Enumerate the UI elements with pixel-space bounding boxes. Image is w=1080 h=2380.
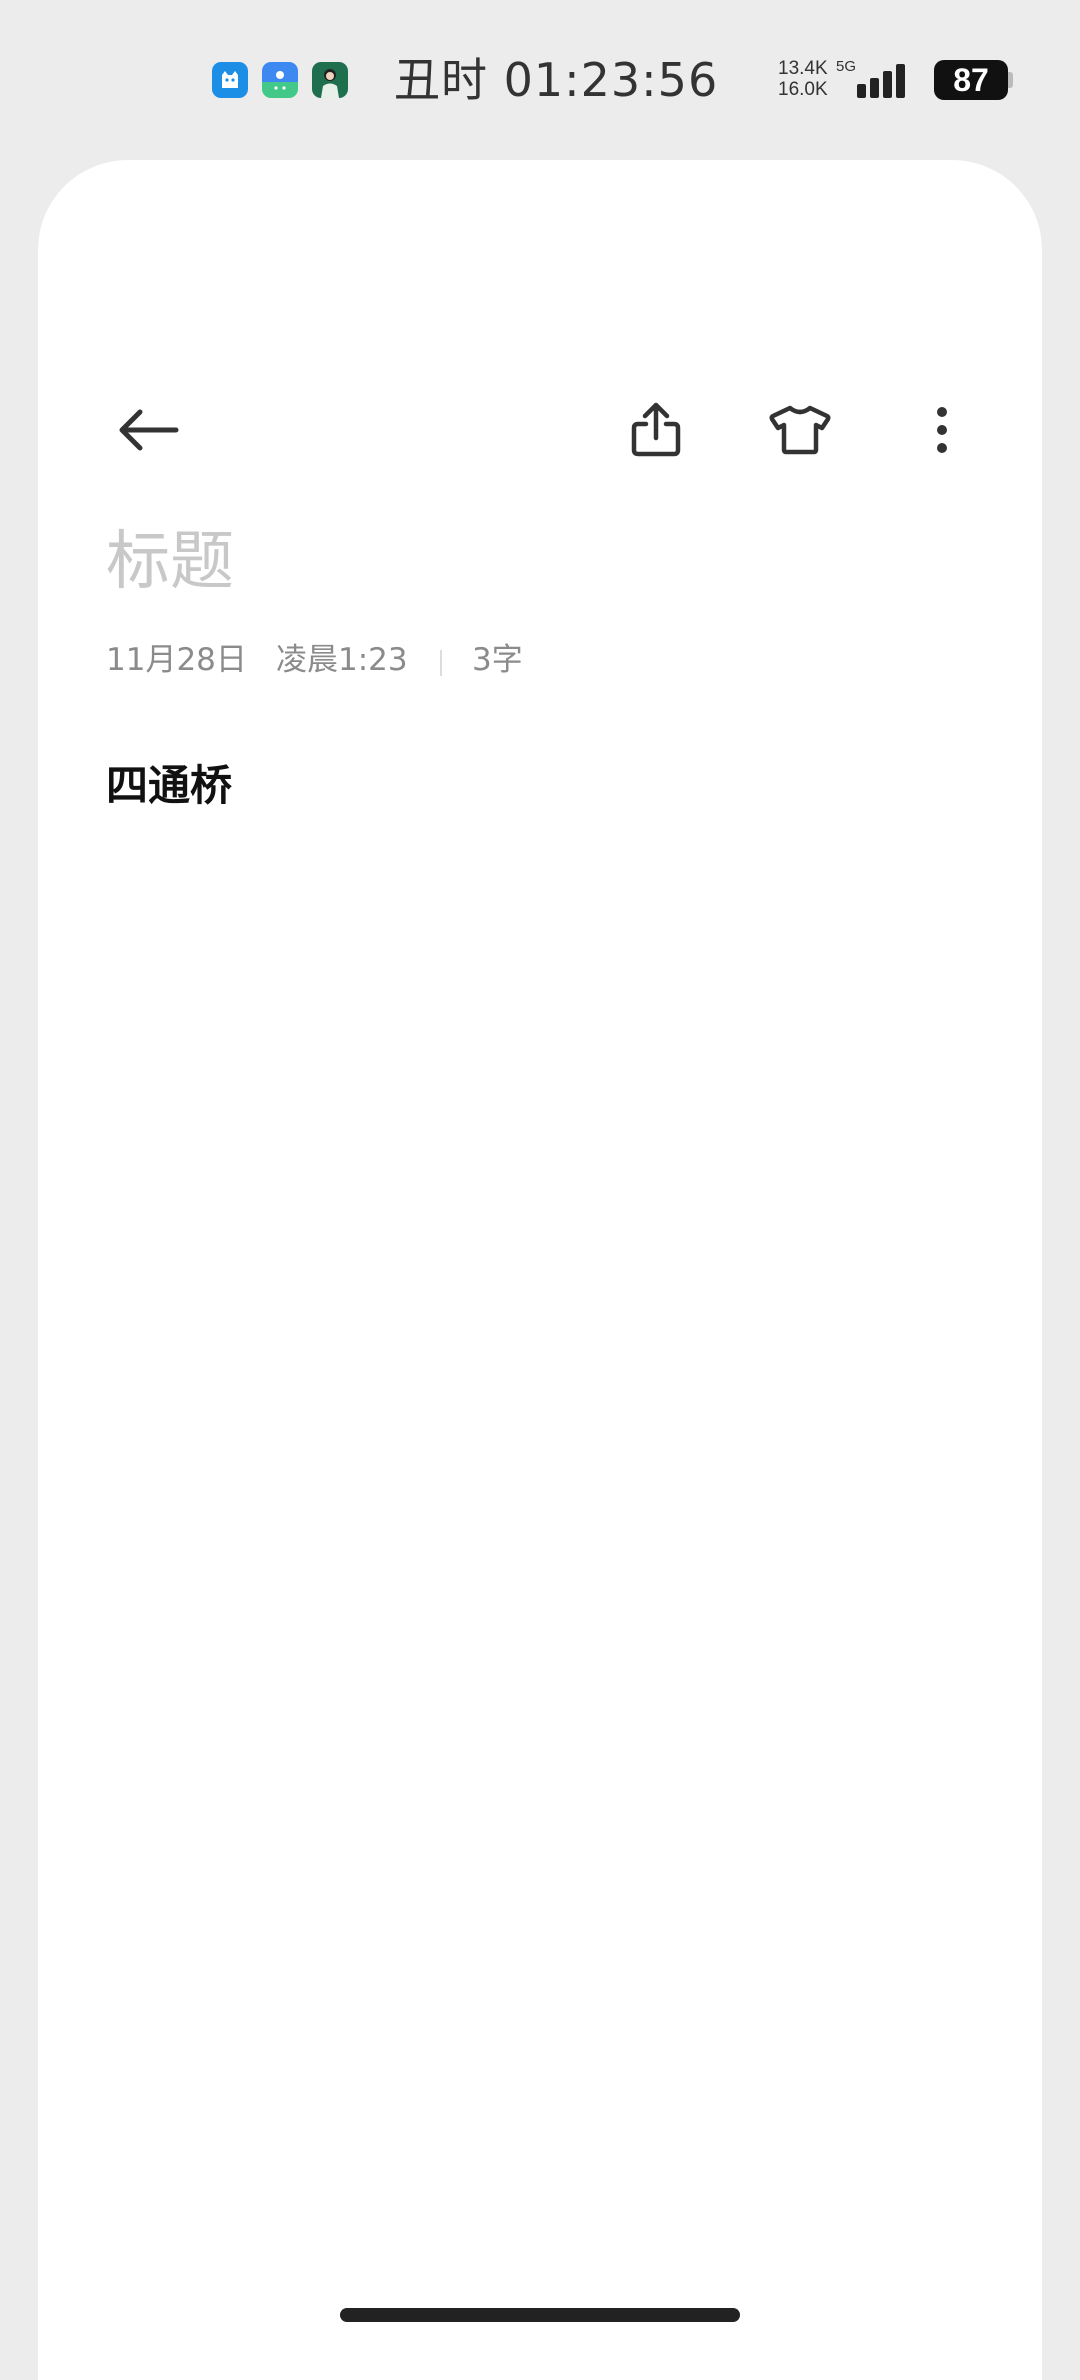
more-button[interactable]: [902, 390, 982, 470]
note-date: 11月28日: [106, 642, 247, 678]
note-body-editor[interactable]: 四通桥: [106, 758, 232, 814]
note-card: [38, 160, 1042, 2380]
share-icon: [631, 402, 681, 457]
cat-app-icon: [212, 62, 248, 98]
back-button[interactable]: [108, 390, 188, 470]
more-vertical-icon: [937, 407, 947, 453]
avatar-app-icon: [312, 62, 348, 98]
signal-icon: [855, 62, 911, 98]
download-speed: 16.0K: [778, 79, 828, 100]
status-clock: 丑时 01:23:56: [394, 53, 719, 107]
battery-tip: [1008, 72, 1013, 88]
status-bar: 丑时 01:23:56 13.4K 16.0K 5G 87: [0, 0, 1080, 160]
robot-app-icon: [262, 62, 298, 98]
share-button[interactable]: [616, 390, 696, 470]
note-title-input[interactable]: 标题: [106, 520, 234, 604]
network-type: 5G: [836, 58, 857, 75]
theme-button[interactable]: [760, 390, 840, 470]
note-time: 凌晨1:23: [276, 642, 408, 678]
home-indicator[interactable]: [340, 2308, 740, 2322]
shirt-icon: [769, 405, 831, 455]
arrow-left-icon: [119, 409, 179, 451]
battery-icon: 87: [934, 60, 1008, 100]
upload-speed: 13.4K: [778, 58, 828, 79]
network-speed: 13.4K 16.0K: [778, 58, 828, 100]
word-count: 3字: [472, 642, 523, 678]
meta-divider: [440, 650, 442, 676]
